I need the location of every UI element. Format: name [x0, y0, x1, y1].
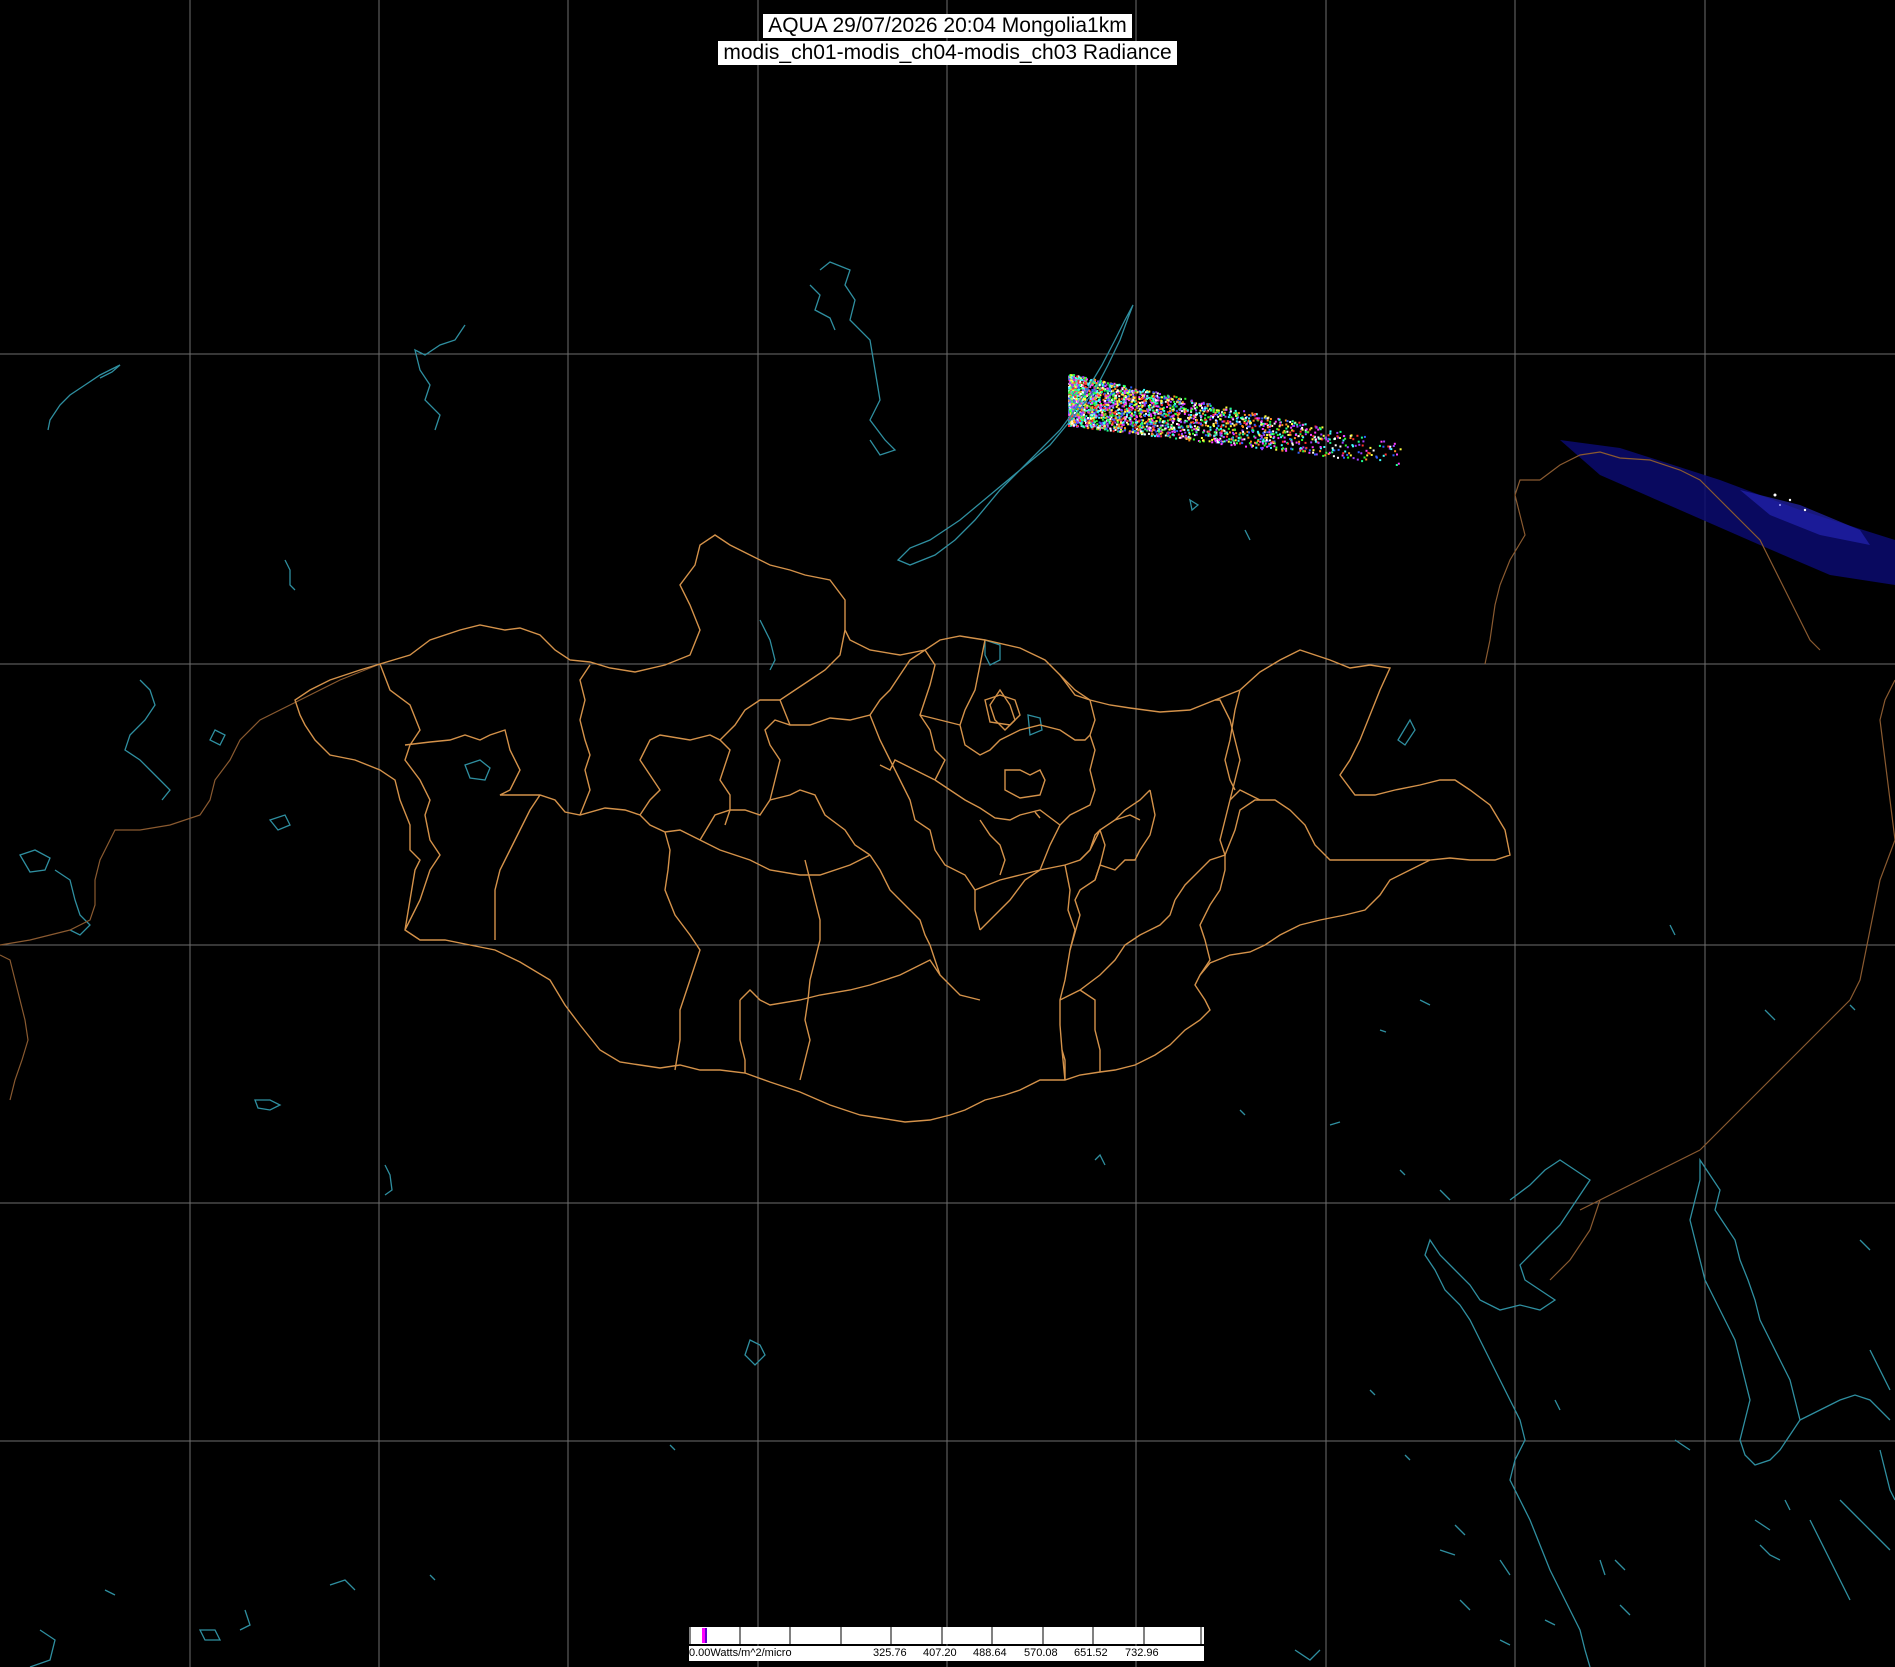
title-line-1: AQUA 29/07/2026 20:04 Mongolia1km	[0, 14, 1895, 38]
legend-unit-label: 0.00Watts/m^2/micro	[689, 1647, 792, 1659]
legend-bar-svg	[689, 1627, 1204, 1644]
title-line-2: modis_ch01-modis_ch04-modis_ch03 Radianc…	[0, 41, 1895, 65]
graticule-lines	[0, 0, 1895, 1667]
satellite-swath-icon	[1560, 440, 1895, 585]
legend-tick-label: 732.96	[1125, 1647, 1159, 1659]
legend-tick-label: 488.64	[973, 1647, 1007, 1659]
legend-tick-label: 407.20	[923, 1647, 957, 1659]
noise-swath	[1068, 374, 1402, 466]
map-canvas	[0, 0, 1895, 1667]
mongolia-province-borders	[294, 534, 1511, 1123]
map-root: AQUA 29/07/2026 20:04 Mongolia1km modis_…	[0, 0, 1895, 1667]
color-legend: 0.00Watts/m^2/micro 325.76 407.20 488.64…	[689, 1627, 1204, 1665]
legend-tick-label: 325.76	[873, 1647, 907, 1659]
legend-tick-label: 651.52	[1074, 1647, 1108, 1659]
legend-color-bar	[689, 1627, 1204, 1644]
title-line-1-text: AQUA 29/07/2026 20:04 Mongolia1km	[763, 14, 1132, 38]
legend-labels: 0.00Watts/m^2/micro 325.76 407.20 488.64…	[689, 1646, 1204, 1661]
legend-tick-label: 570.08	[1024, 1647, 1058, 1659]
title-line-2-text: modis_ch01-modis_ch04-modis_ch03 Radianc…	[718, 41, 1177, 65]
